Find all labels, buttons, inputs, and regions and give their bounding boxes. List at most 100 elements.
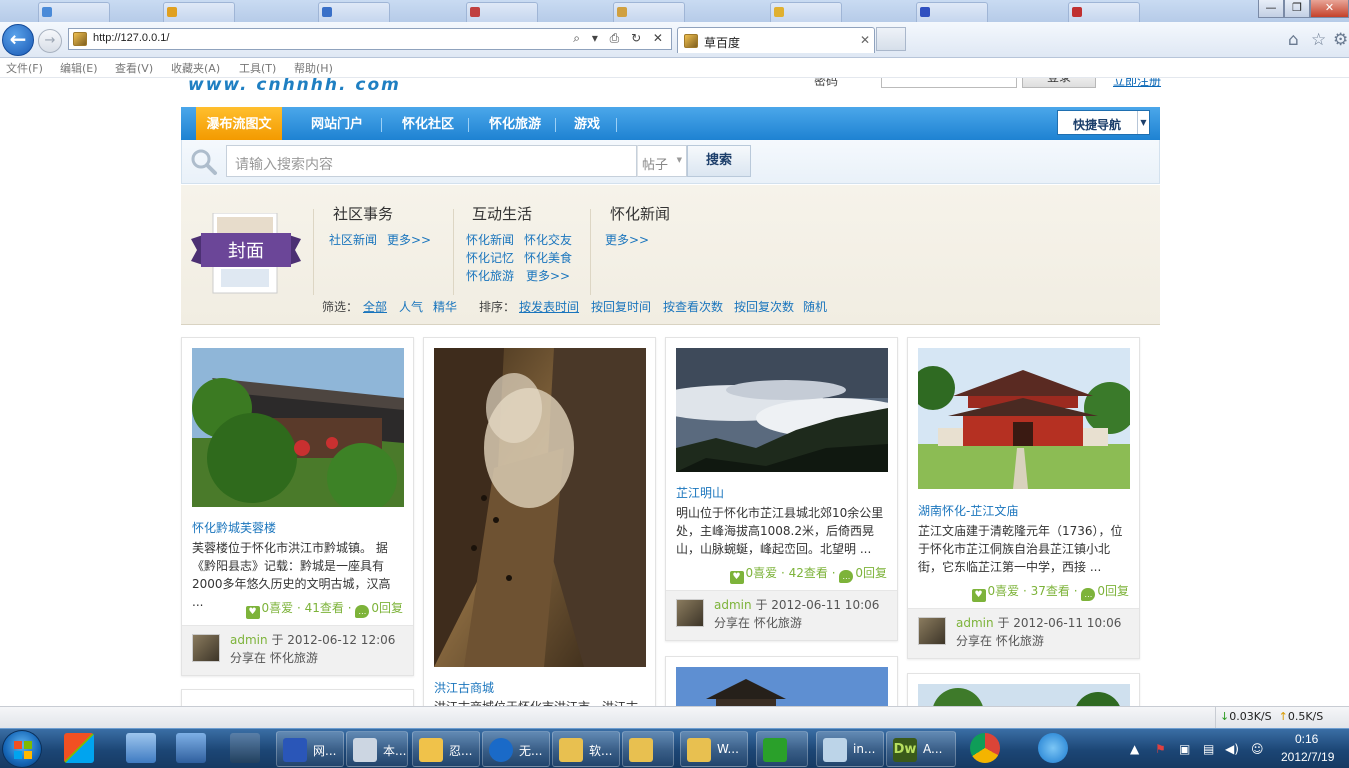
menu-help[interactable]: 帮助(H) [294,60,333,76]
menu-edit[interactable]: 编辑(E) [60,60,98,76]
taskbar-window[interactable] [622,731,674,767]
sort-by-views[interactable]: 按查看次数 [663,298,723,315]
nav-item-community[interactable]: 怀化社区 [388,107,468,140]
category-link[interactable]: 怀化新闻 [466,231,514,248]
start-button[interactable] [2,730,42,768]
password-field[interactable] [881,78,1017,88]
heart-icon[interactable]: ♥ [729,571,744,584]
nav-item-waterfall[interactable]: 瀑布流图文 [196,107,282,140]
clock-date[interactable]: 2012/7/19 [1281,750,1334,764]
browser-tab[interactable] [916,2,988,22]
post-card[interactable] [907,673,1140,706]
search-button[interactable]: 搜索 [687,145,751,177]
site-logo[interactable]: www. cnhnhh. com [188,78,401,95]
avatar[interactable] [676,599,704,627]
filter-featured[interactable]: 精华 [433,298,457,315]
desktop-icon[interactable] [176,733,206,763]
sort-by-reply-time[interactable]: 按回复时间 [591,298,651,315]
filter-all[interactable]: 全部 [363,298,387,315]
post-card[interactable]: 怀化黔城芙蓉楼 芙蓉楼位于怀化市洪江市黔城镇。 据《黔阳县志》记载：黔城是一座具… [181,337,414,676]
post-image[interactable] [676,667,888,706]
more-link[interactable]: 更多>> [387,231,431,248]
browser-tab[interactable] [466,2,538,22]
category-title[interactable]: 怀化新闻 [610,203,670,224]
clock-time[interactable]: 0:16 [1295,732,1318,746]
likes-count[interactable]: 0喜爱 [988,584,1020,598]
browser-tab[interactable] [613,2,685,22]
pinned-app-icon[interactable] [64,733,94,763]
browser-tab[interactable] [163,2,235,22]
category-title[interactable]: 社区事务 [333,203,393,224]
author-link[interactable]: admin [714,598,752,612]
post-title[interactable]: 怀化黔城芙蓉楼 [192,519,276,536]
post-card[interactable] [665,656,898,706]
menu-favorites[interactable]: 收藏夹(A) [171,60,220,76]
avatar[interactable] [918,617,946,645]
post-card[interactable]: 洪江古商城 洪江古商城位于怀化市洪江市，洪江古 [423,337,656,706]
computer-icon[interactable] [126,733,156,763]
network-status-icon[interactable]: ▤ [1203,742,1214,756]
category-link[interactable]: 怀化旅游 [466,267,514,284]
comment-icon[interactable]: … [1081,588,1096,601]
volume-icon[interactable]: ◀) [1225,742,1239,756]
taskbar-window[interactable]: 软... [552,731,620,767]
nav-item-games[interactable]: 游戏 [562,107,612,140]
browser-tab[interactable] [318,2,390,22]
home-icon[interactable]: ⌂ [1288,30,1299,50]
filter-popular[interactable]: 人气 [399,298,423,315]
address-text[interactable]: http://127.0.0.1/ [93,32,169,44]
post-title[interactable]: 芷江明山 [676,484,724,501]
forward-button[interactable]: → [38,29,62,53]
category-link[interactable]: 社区新闻 [329,231,377,248]
menu-view[interactable]: 查看(V) [115,60,153,76]
category-title[interactable]: 互动生活 [472,203,532,224]
network-icon[interactable] [230,733,260,763]
taskbar-window[interactable]: 网... [276,731,344,767]
quick-nav-button[interactable]: 快捷导航 ▼ [1057,110,1150,135]
nav-item-portal[interactable]: 网站门户 [301,107,373,140]
chrome-icon[interactable] [970,733,1000,763]
author-link[interactable]: admin [956,616,994,630]
replies-count[interactable]: 0回复 [855,566,887,580]
sort-random[interactable]: 随机 [803,298,827,315]
qq-icon[interactable]: ☺ [1251,742,1264,756]
post-title[interactable]: 湖南怀化-芷江文庙 [918,502,1018,519]
menu-file[interactable]: 文件(F) [6,60,43,76]
taskbar-window[interactable]: 本... [346,731,408,767]
likes-count[interactable]: 0喜爱 [746,566,778,580]
replies-count[interactable]: 0回复 [1097,584,1129,598]
minimize-button[interactable]: — [1258,0,1284,18]
post-image[interactable] [918,348,1130,489]
post-card[interactable]: 湖南怀化-芷江文庙 芷江文庙建于清乾隆元年（1736），位于怀化市芷江侗族自治县… [907,337,1140,659]
nav-item-travel[interactable]: 怀化旅游 [475,107,555,140]
category-link[interactable]: 怀化记忆 [466,249,514,266]
heart-icon[interactable]: ♥ [245,606,260,619]
comment-icon[interactable]: … [355,605,370,618]
address-bar[interactable]: http://127.0.0.1/ ⌕ ▾ ⎙ ↻ ✕ [68,28,672,50]
browser-tab[interactable] [1068,2,1140,22]
register-link[interactable]: 立即注册 [1113,78,1161,89]
show-hidden-icons-icon[interactable]: ▲ [1130,742,1139,756]
replies-count[interactable]: 0回复 [371,601,403,615]
taskbar-window[interactable]: Dw A... [886,731,956,767]
active-browser-tab[interactable]: 草百度 ✕ [677,27,875,53]
internet-explorer-icon[interactable] [1038,733,1068,763]
author-link[interactable]: admin [230,633,268,647]
category-link[interactable]: 怀化美食 [524,249,572,266]
login-button[interactable]: 登录 [1022,78,1096,88]
taskbar-window[interactable]: W... [680,731,748,767]
category-link[interactable]: 怀化交友 [524,231,572,248]
post-card[interactable] [181,689,414,706]
address-actions-icon[interactable]: ⌕ ▾ ⎙ ↻ ✕ [573,31,667,46]
more-link[interactable]: 更多>> [605,231,649,248]
taskbar-window[interactable]: 忍... [412,731,480,767]
post-card[interactable]: 芷江明山 明山位于怀化市芷江县城北郊10余公里处，主峰海拔高1008.2米，后倚… [665,337,898,641]
avatar[interactable] [192,634,220,662]
more-link[interactable]: 更多>> [526,267,570,284]
search-type-select[interactable]: 帖子 ▼ [637,145,687,177]
browser-tab[interactable] [770,2,842,22]
search-input[interactable]: 请输入搜索内容 [226,145,637,177]
back-button[interactable]: ← [2,24,34,56]
favorites-star-icon[interactable]: ☆ [1311,30,1326,50]
post-image[interactable] [918,684,1130,706]
